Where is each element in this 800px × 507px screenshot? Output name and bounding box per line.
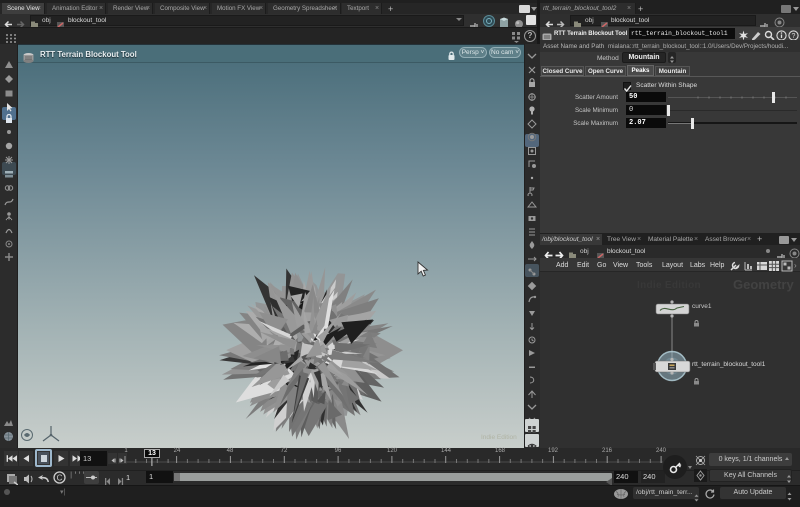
svg-text:?: ? [792, 33, 796, 40]
svg-text:C: C [57, 474, 63, 483]
